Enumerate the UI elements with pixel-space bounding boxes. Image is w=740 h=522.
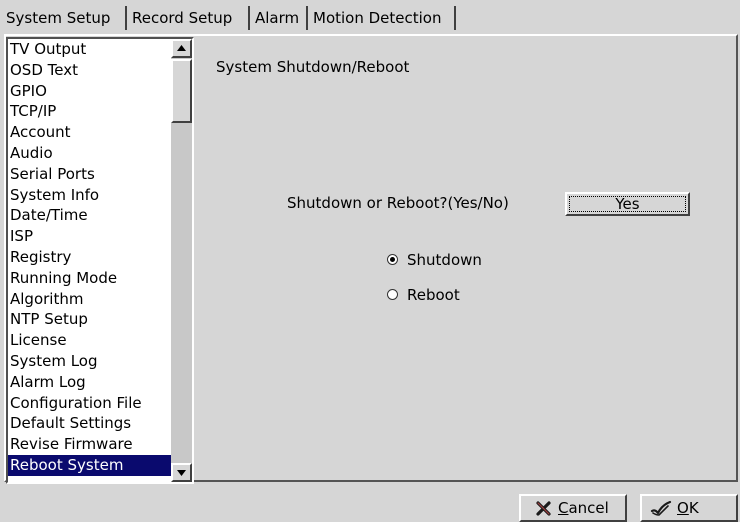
ok-label: OK xyxy=(677,499,699,517)
cancel-button[interactable]: Cancel xyxy=(519,494,627,522)
settings-list[interactable]: TV Output OSD Text GPIO TCP/IP Account A… xyxy=(6,37,194,484)
radio-checked-icon xyxy=(387,254,398,265)
sidebar-item-gpio[interactable]: GPIO xyxy=(8,81,171,102)
cancel-label: Cancel xyxy=(558,499,609,517)
settings-list-items: TV Output OSD Text GPIO TCP/IP Account A… xyxy=(8,39,171,482)
radio-reboot[interactable]: Reboot xyxy=(387,285,460,305)
tab-bar: System Setup Record Setup Alarm Motion D… xyxy=(0,0,740,33)
button-bar: Cancel OK xyxy=(0,486,740,522)
scroll-up-button[interactable] xyxy=(171,39,192,58)
yes-button[interactable]: Yes xyxy=(565,192,690,216)
sidebar-item-osd-text[interactable]: OSD Text xyxy=(8,60,171,81)
list-scrollbar[interactable] xyxy=(171,39,192,482)
tab-system-setup[interactable]: System Setup xyxy=(3,6,127,30)
tab-motion-detection[interactable]: Motion Detection xyxy=(310,6,456,30)
arrow-down-icon xyxy=(177,470,186,476)
tab-record-setup[interactable]: Record Setup xyxy=(129,6,250,30)
scroll-down-button[interactable] xyxy=(171,463,192,482)
sidebar-item-serial-ports[interactable]: Serial Ports xyxy=(8,164,171,185)
sidebar-item-default-settings[interactable]: Default Settings xyxy=(8,413,171,434)
sidebar-item-system-log[interactable]: System Log xyxy=(8,351,171,372)
radio-reboot-label: Reboot xyxy=(407,286,460,304)
sidebar-item-tv-output[interactable]: TV Output xyxy=(8,39,171,60)
radio-shutdown-label: Shutdown xyxy=(407,251,482,269)
sidebar-item-registry[interactable]: Registry xyxy=(8,247,171,268)
sidebar-item-running-mode[interactable]: Running Mode xyxy=(8,268,171,289)
sidebar-item-configuration-file[interactable]: Configuration File xyxy=(8,393,171,414)
sidebar-item-isp[interactable]: ISP xyxy=(8,226,171,247)
checkmark-icon xyxy=(650,500,672,516)
radio-unchecked-icon xyxy=(387,289,398,300)
sidebar-item-reboot-system[interactable]: Reboot System xyxy=(8,454,171,476)
panel-title: System Shutdown/Reboot xyxy=(216,58,410,76)
arrow-up-icon xyxy=(177,45,186,51)
sidebar-item-date-time[interactable]: Date/Time xyxy=(8,205,171,226)
sidebar-item-revise-firmware[interactable]: Revise Firmware xyxy=(8,434,171,455)
sidebar-item-audio[interactable]: Audio xyxy=(8,143,171,164)
radio-shutdown[interactable]: Shutdown xyxy=(387,250,482,270)
shutdown-question-label: Shutdown or Reboot?(Yes/No) xyxy=(287,194,509,212)
ok-button[interactable]: OK xyxy=(640,494,738,522)
sidebar-item-license[interactable]: License xyxy=(8,330,171,351)
sidebar-item-ntp-setup[interactable]: NTP Setup xyxy=(8,309,171,330)
tab-alarm[interactable]: Alarm xyxy=(252,6,308,30)
sidebar-item-system-info[interactable]: System Info xyxy=(8,185,171,206)
sidebar-item-tcp-ip[interactable]: TCP/IP xyxy=(8,101,171,122)
scroll-thumb[interactable] xyxy=(171,59,192,123)
x-cross-icon xyxy=(536,501,551,516)
sidebar-item-account[interactable]: Account xyxy=(8,122,171,143)
sidebar-item-alarm-log[interactable]: Alarm Log xyxy=(8,372,171,393)
sidebar-item-algorithm[interactable]: Algorithm xyxy=(8,289,171,310)
